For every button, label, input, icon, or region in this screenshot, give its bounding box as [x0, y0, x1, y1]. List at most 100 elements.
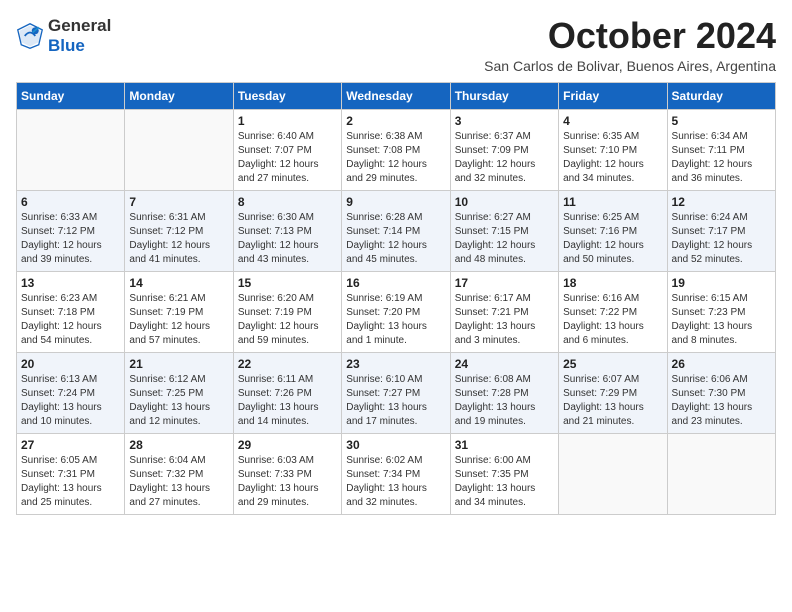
- day-number: 15: [238, 276, 337, 290]
- day-number: 16: [346, 276, 445, 290]
- calendar-cell: 7 Sunrise: 6:31 AM Sunset: 7:12 PM Daylig…: [125, 190, 233, 271]
- calendar-cell: [17, 109, 125, 190]
- day-info: Sunrise: 6:19 AM Sunset: 7:20 PM Dayligh…: [346, 292, 445, 348]
- calendar-cell: 4 Sunrise: 6:35 AM Sunset: 7:10 PM Daylig…: [559, 109, 667, 190]
- day-number: 26: [672, 357, 771, 371]
- calendar-cell: 3 Sunrise: 6:37 AM Sunset: 7:09 PM Daylig…: [450, 109, 558, 190]
- day-number: 23: [346, 357, 445, 371]
- calendar-cell: 25 Sunrise: 6:07 AM Sunset: 7:29 PM Dayli…: [559, 352, 667, 433]
- day-number: 30: [346, 438, 445, 452]
- calendar-cell: 31 Sunrise: 6:00 AM Sunset: 7:35 PM Dayli…: [450, 433, 558, 514]
- calendar-cell: 30 Sunrise: 6:02 AM Sunset: 7:34 PM Dayli…: [342, 433, 450, 514]
- day-info: Sunrise: 6:34 AM Sunset: 7:11 PM Dayligh…: [672, 130, 771, 186]
- day-info: Sunrise: 6:15 AM Sunset: 7:23 PM Dayligh…: [672, 292, 771, 348]
- day-number: 8: [238, 195, 337, 209]
- day-info: Sunrise: 6:12 AM Sunset: 7:25 PM Dayligh…: [129, 373, 228, 429]
- day-number: 7: [129, 195, 228, 209]
- day-info: Sunrise: 6:28 AM Sunset: 7:14 PM Dayligh…: [346, 211, 445, 267]
- calendar-cell: [125, 109, 233, 190]
- day-info: Sunrise: 6:02 AM Sunset: 7:34 PM Dayligh…: [346, 454, 445, 510]
- calendar-table: SundayMondayTuesdayWednesdayThursdayFrid…: [16, 82, 776, 515]
- calendar-cell: 24 Sunrise: 6:08 AM Sunset: 7:28 PM Dayli…: [450, 352, 558, 433]
- day-info: Sunrise: 6:05 AM Sunset: 7:31 PM Dayligh…: [21, 454, 120, 510]
- day-number: 14: [129, 276, 228, 290]
- day-number: 19: [672, 276, 771, 290]
- week-row-3: 13 Sunrise: 6:23 AM Sunset: 7:18 PM Dayli…: [17, 271, 776, 352]
- day-info: Sunrise: 6:24 AM Sunset: 7:17 PM Dayligh…: [672, 211, 771, 267]
- calendar-cell: 26 Sunrise: 6:06 AM Sunset: 7:30 PM Dayli…: [667, 352, 775, 433]
- day-number: 12: [672, 195, 771, 209]
- day-info: Sunrise: 6:25 AM Sunset: 7:16 PM Dayligh…: [563, 211, 662, 267]
- calendar-cell: 12 Sunrise: 6:24 AM Sunset: 7:17 PM Dayli…: [667, 190, 775, 271]
- day-number: 11: [563, 195, 662, 209]
- weekday-header-row: SundayMondayTuesdayWednesdayThursdayFrid…: [17, 82, 776, 109]
- day-number: 25: [563, 357, 662, 371]
- calendar-cell: 8 Sunrise: 6:30 AM Sunset: 7:13 PM Daylig…: [233, 190, 341, 271]
- calendar-cell: 6 Sunrise: 6:33 AM Sunset: 7:12 PM Daylig…: [17, 190, 125, 271]
- day-number: 3: [455, 114, 554, 128]
- calendar-cell: 20Sunrise: 6:13 AM Sunset: 7:24 PM Dayli…: [17, 352, 125, 433]
- day-info: Sunrise: 6:10 AM Sunset: 7:27 PM Dayligh…: [346, 373, 445, 429]
- day-number: 31: [455, 438, 554, 452]
- weekday-header-saturday: Saturday: [667, 82, 775, 109]
- day-number: 21: [129, 357, 228, 371]
- day-info: Sunrise: 6:17 AM Sunset: 7:21 PM Dayligh…: [455, 292, 554, 348]
- calendar-cell: 28Sunrise: 6:04 AM Sunset: 7:32 PM Dayli…: [125, 433, 233, 514]
- week-row-5: 27Sunrise: 6:05 AM Sunset: 7:31 PM Dayli…: [17, 433, 776, 514]
- day-info: Sunrise: 6:40 AM Sunset: 7:07 PM Dayligh…: [238, 130, 337, 186]
- day-number: 5: [672, 114, 771, 128]
- day-number: 17: [455, 276, 554, 290]
- calendar-cell: 15 Sunrise: 6:20 AM Sunset: 7:19 PM Dayli…: [233, 271, 341, 352]
- calendar-cell: 19 Sunrise: 6:15 AM Sunset: 7:23 PM Dayli…: [667, 271, 775, 352]
- page-header: General Blue October 2024 San Carlos de …: [16, 16, 776, 74]
- day-number: 1: [238, 114, 337, 128]
- day-info: Sunrise: 6:31 AM Sunset: 7:12 PM Dayligh…: [129, 211, 228, 267]
- calendar-cell: [559, 433, 667, 514]
- calendar-cell: 21 Sunrise: 6:12 AM Sunset: 7:25 PM Dayli…: [125, 352, 233, 433]
- day-number: 24: [455, 357, 554, 371]
- calendar-cell: 13 Sunrise: 6:23 AM Sunset: 7:18 PM Dayli…: [17, 271, 125, 352]
- day-info: Sunrise: 6:30 AM Sunset: 7:13 PM Dayligh…: [238, 211, 337, 267]
- day-info: Sunrise: 6:38 AM Sunset: 7:08 PM Dayligh…: [346, 130, 445, 186]
- day-info: Sunrise: 6:37 AM Sunset: 7:09 PM Dayligh…: [455, 130, 554, 186]
- calendar-cell: 5 Sunrise: 6:34 AM Sunset: 7:11 PM Daylig…: [667, 109, 775, 190]
- day-info: Sunrise: 6:06 AM Sunset: 7:30 PM Dayligh…: [672, 373, 771, 429]
- day-number: 29: [238, 438, 337, 452]
- weekday-header-sunday: Sunday: [17, 82, 125, 109]
- day-info: Sunrise: 6:20 AM Sunset: 7:19 PM Dayligh…: [238, 292, 337, 348]
- day-info: Sunrise: 6:07 AM Sunset: 7:29 PM Dayligh…: [563, 373, 662, 429]
- day-info: Sunrise: 6:03 AM Sunset: 7:33 PM Dayligh…: [238, 454, 337, 510]
- weekday-header-thursday: Thursday: [450, 82, 558, 109]
- day-number: 22: [238, 357, 337, 371]
- day-info: Sunrise: 6:13 AM Sunset: 7:24 PM Dayligh…: [21, 373, 120, 429]
- calendar-cell: 16 Sunrise: 6:19 AM Sunset: 7:20 PM Dayli…: [342, 271, 450, 352]
- weekday-header-tuesday: Tuesday: [233, 82, 341, 109]
- calendar-cell: 1 Sunrise: 6:40 AM Sunset: 7:07 PM Daylig…: [233, 109, 341, 190]
- day-info: Sunrise: 6:08 AM Sunset: 7:28 PM Dayligh…: [455, 373, 554, 429]
- day-info: Sunrise: 6:23 AM Sunset: 7:18 PM Dayligh…: [21, 292, 120, 348]
- day-number: 4: [563, 114, 662, 128]
- logo-icon: [16, 22, 44, 50]
- day-info: Sunrise: 6:35 AM Sunset: 7:10 PM Dayligh…: [563, 130, 662, 186]
- calendar-cell: 11 Sunrise: 6:25 AM Sunset: 7:16 PM Dayli…: [559, 190, 667, 271]
- week-row-1: 1 Sunrise: 6:40 AM Sunset: 7:07 PM Daylig…: [17, 109, 776, 190]
- logo: General Blue: [16, 16, 111, 55]
- calendar-cell: 10Sunrise: 6:27 AM Sunset: 7:15 PM Dayli…: [450, 190, 558, 271]
- calendar-cell: 2 Sunrise: 6:38 AM Sunset: 7:08 PM Daylig…: [342, 109, 450, 190]
- day-info: Sunrise: 6:16 AM Sunset: 7:22 PM Dayligh…: [563, 292, 662, 348]
- calendar-cell: 22Sunrise: 6:11 AM Sunset: 7:26 PM Dayli…: [233, 352, 341, 433]
- title-block: October 2024 San Carlos de Bolivar, Buen…: [484, 16, 776, 74]
- day-number: 6: [21, 195, 120, 209]
- month-title: October 2024: [484, 16, 776, 56]
- day-info: Sunrise: 6:27 AM Sunset: 7:15 PM Dayligh…: [455, 211, 554, 267]
- day-info: Sunrise: 6:00 AM Sunset: 7:35 PM Dayligh…: [455, 454, 554, 510]
- logo-general: General: [48, 16, 111, 36]
- week-row-4: 20Sunrise: 6:13 AM Sunset: 7:24 PM Dayli…: [17, 352, 776, 433]
- calendar-cell: 27Sunrise: 6:05 AM Sunset: 7:31 PM Dayli…: [17, 433, 125, 514]
- day-number: 13: [21, 276, 120, 290]
- day-info: Sunrise: 6:33 AM Sunset: 7:12 PM Dayligh…: [21, 211, 120, 267]
- logo-blue: Blue: [48, 36, 111, 56]
- calendar-cell: [667, 433, 775, 514]
- day-number: 2: [346, 114, 445, 128]
- day-number: 9: [346, 195, 445, 209]
